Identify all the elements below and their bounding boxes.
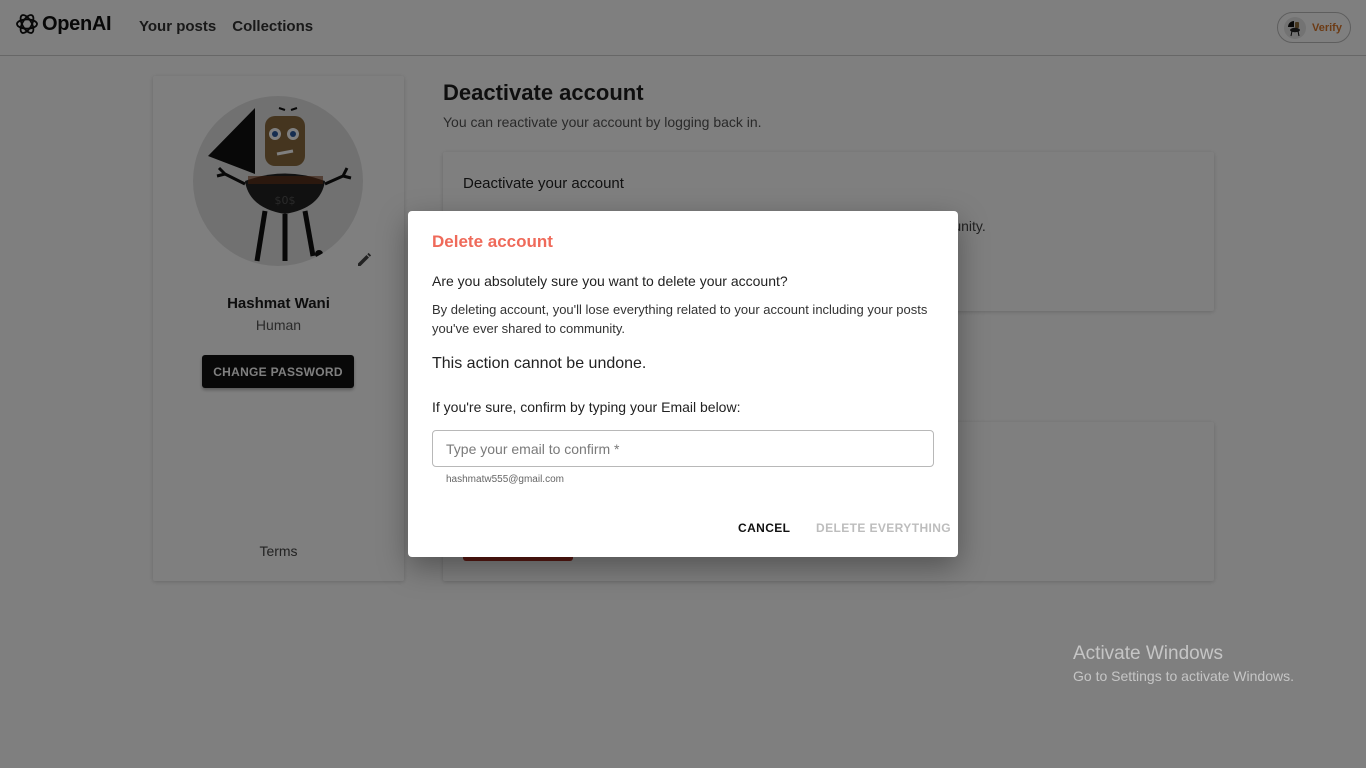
dialog-confirm-label: If you're sure, confirm by typing your E… <box>432 399 741 415</box>
delete-account-dialog: Delete account Are you absolutely sure y… <box>408 211 958 557</box>
dialog-title: Delete account <box>432 232 553 251</box>
confirm-email-helper: hashmatw555@gmail.com <box>446 474 564 485</box>
dialog-undone-notice: This action cannot be undone. <box>432 355 647 372</box>
activate-windows-title: Activate Windows <box>1073 643 1223 664</box>
dialog-warning-text: By deleting account, you'll lose everyth… <box>432 302 928 336</box>
dialog-question: Are you absolutely sure you want to dele… <box>432 273 788 289</box>
activate-windows-subtitle: Go to Settings to activate Windows. <box>1073 668 1294 684</box>
confirm-email-input[interactable] <box>432 430 934 467</box>
cancel-button[interactable]: CANCEL <box>738 521 790 535</box>
delete-everything-button[interactable]: DELETE EVERYTHING <box>816 521 951 535</box>
